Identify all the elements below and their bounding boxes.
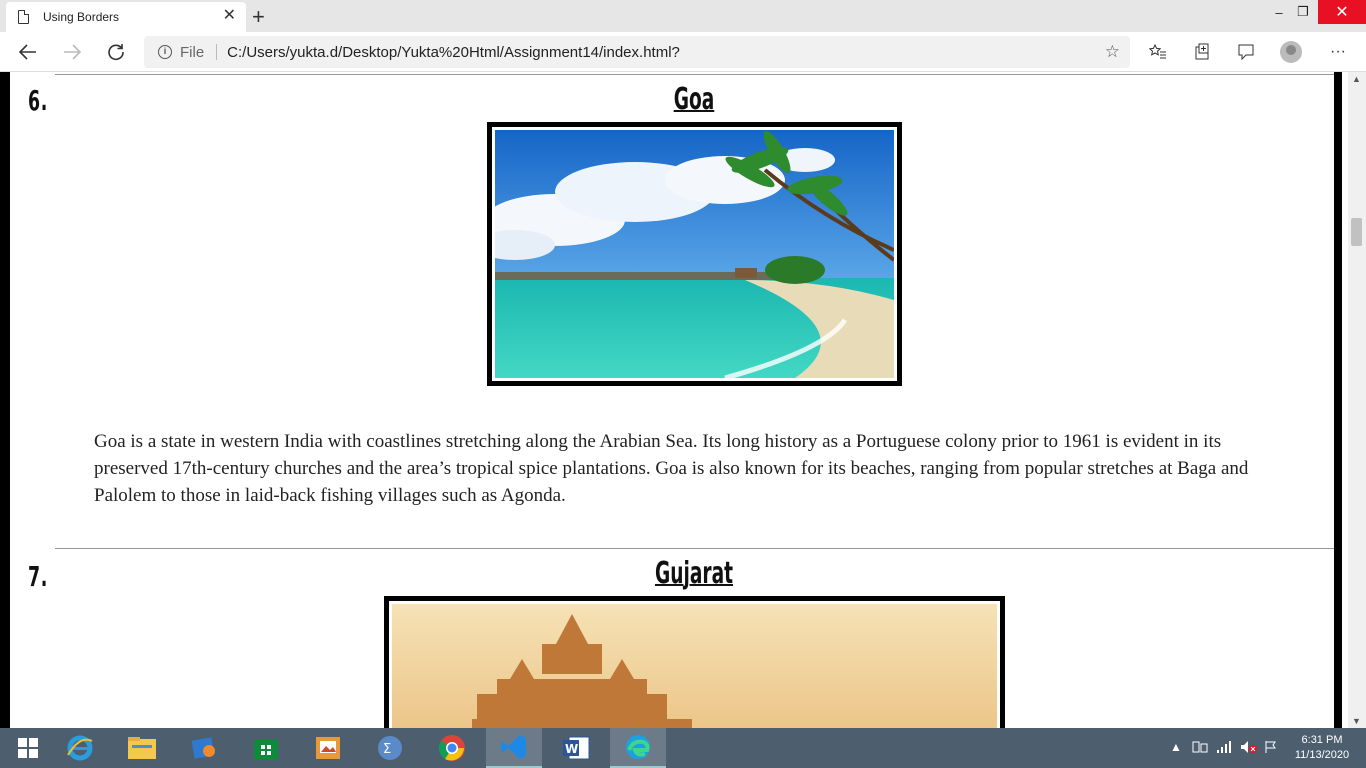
volume-muted-icon[interactable] [1240, 740, 1258, 757]
network-device-icon[interactable] [1192, 740, 1208, 757]
new-tab-button[interactable]: + [252, 4, 265, 30]
taskbar: Σ W ▲ 6:31 PM 11/13/2020 [0, 728, 1366, 768]
collections-icon[interactable] [1190, 40, 1214, 64]
file-explorer-icon[interactable] [114, 728, 170, 768]
vertical-scrollbar[interactable]: ▲ ▼ [1348, 72, 1366, 728]
system-clock[interactable]: 6:31 PM 11/13/2020 [1288, 733, 1356, 763]
vscode-icon[interactable] [486, 728, 542, 768]
browser-window: Using Borders ✕ + – ❐ ✕ i File C:/Users/… [0, 0, 1366, 768]
file-label: File [180, 43, 205, 61]
clock-time: 6:31 PM [1301, 734, 1343, 746]
page-viewport: 6. Goa Goa is a state in western India w… [0, 72, 1366, 728]
gujarat-image-frame [384, 596, 1005, 728]
close-window-button[interactable]: ✕ [1318, 0, 1366, 24]
refresh-button[interactable] [100, 38, 132, 66]
page-border-right [1334, 72, 1342, 728]
goa-image-frame [475, 122, 902, 386]
info-icon[interactable]: i [158, 45, 172, 59]
profile-avatar[interactable] [1279, 40, 1303, 64]
svg-text:Σ: Σ [383, 742, 391, 757]
section-divider [55, 74, 1334, 75]
back-button[interactable] [12, 38, 44, 66]
forward-button[interactable] [56, 38, 88, 66]
show-hidden-icons[interactable]: ▲ [1170, 740, 1182, 754]
section-title: Gujarat [654, 556, 734, 591]
svg-text:W: W [565, 742, 578, 756]
start-button[interactable] [0, 728, 56, 768]
scroll-thumb[interactable] [1351, 218, 1362, 246]
feedback-icon[interactable] [1234, 40, 1258, 64]
favorite-star-icon[interactable]: ☆ [1105, 42, 1120, 62]
back-arrow-icon [19, 44, 36, 60]
section-divider [55, 548, 1334, 549]
edge-icon[interactable] [610, 728, 666, 768]
word-icon[interactable]: W [548, 728, 604, 768]
tab-using-borders[interactable]: Using Borders ✕ [6, 2, 246, 32]
signal-icon[interactable] [1216, 740, 1232, 757]
title-bar: Using Borders ✕ + – ❐ ✕ [0, 0, 1366, 32]
media-app-icon[interactable] [176, 728, 232, 768]
address-bar[interactable]: i File C:/Users/yukta.d/Desktop/Yukta%20… [144, 36, 1130, 68]
goa-description: Goa is a state in western India with coa… [94, 431, 1249, 506]
section-number: 6. [28, 84, 48, 117]
favorites-icon[interactable] [1146, 40, 1170, 64]
section-title: Goa [673, 82, 715, 117]
url-text[interactable]: C:/Users/yukta.d/Desktop/Yukta%20Html/As… [227, 44, 680, 61]
calculator-icon[interactable]: Σ [362, 728, 418, 768]
clock-date: 11/13/2020 [1294, 749, 1350, 761]
section-number: 7. [28, 560, 48, 593]
more-menu-icon[interactable]: ··· [1326, 40, 1350, 64]
address-separator [216, 44, 218, 60]
scroll-down-icon[interactable]: ▼ [1352, 716, 1361, 726]
store-icon[interactable] [238, 728, 294, 768]
avatar-icon [1280, 41, 1302, 63]
tab-close-icon[interactable]: ✕ [223, 8, 236, 24]
goa-beach-image [475, 130, 896, 381]
tab-title: Using Borders [43, 10, 120, 24]
internet-explorer-icon[interactable] [52, 728, 108, 768]
scroll-up-icon[interactable]: ▲ [1352, 74, 1361, 84]
page-border-left [0, 72, 10, 728]
windows-logo-icon [18, 738, 38, 758]
document-icon [18, 10, 29, 24]
gujarat-temple-image [392, 604, 997, 728]
chrome-icon[interactable] [424, 728, 480, 768]
forward-arrow-icon [64, 44, 81, 60]
refresh-icon [108, 44, 124, 61]
photos-app-icon[interactable] [300, 728, 356, 768]
action-center-flag-icon[interactable] [1264, 740, 1278, 757]
navigation-bar: i File C:/Users/yukta.d/Desktop/Yukta%20… [0, 32, 1366, 72]
